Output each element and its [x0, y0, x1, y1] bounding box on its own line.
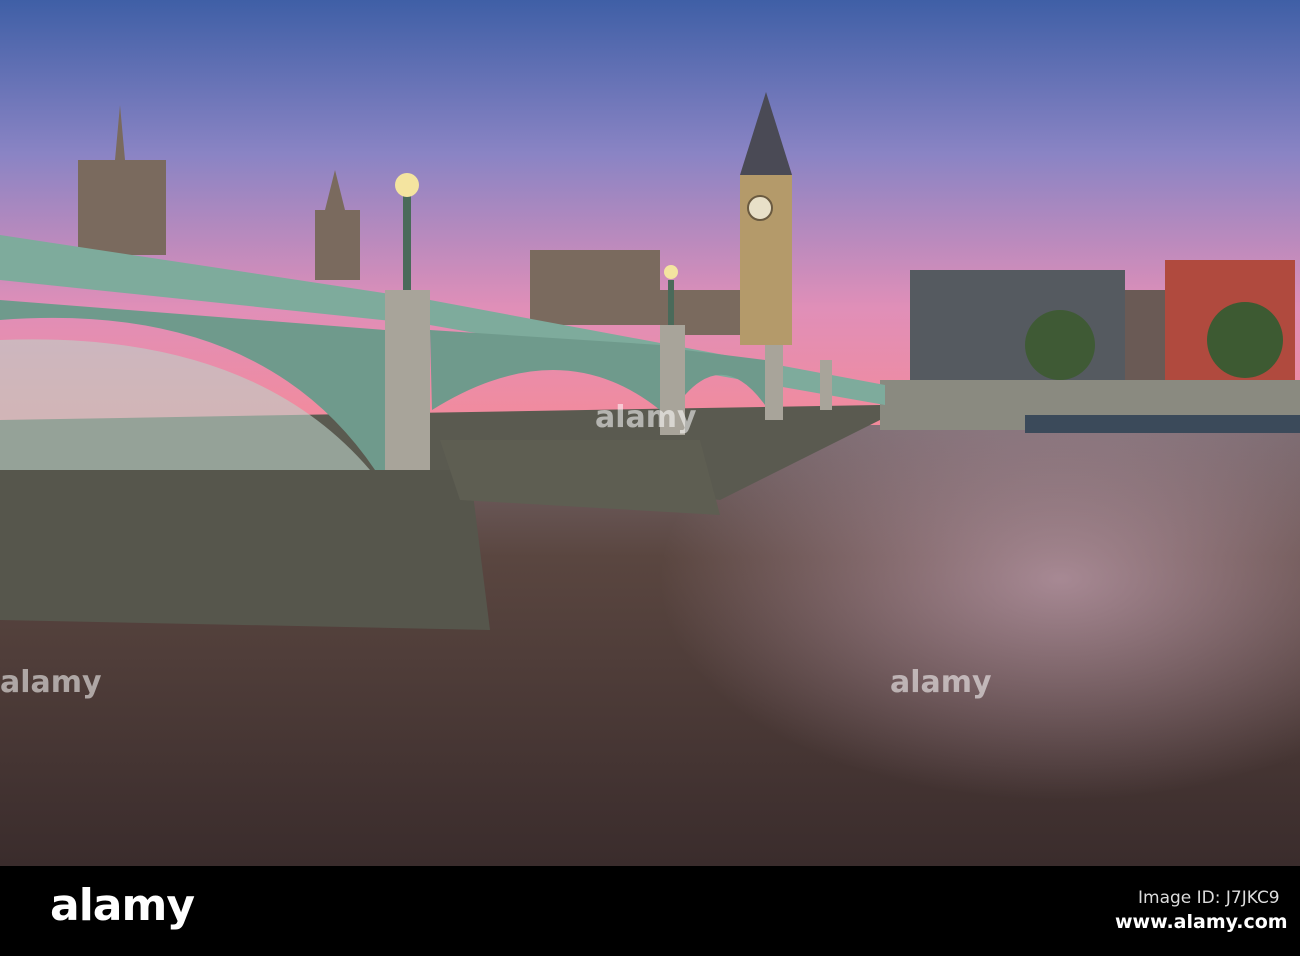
watermark-left: alamy: [0, 665, 102, 700]
watermark-right: alamy: [890, 665, 992, 700]
image-id: Image ID: J7JKC9: [1138, 888, 1280, 908]
footer-band: [0, 866, 1300, 956]
watermark-center: alamy: [595, 400, 697, 435]
alamy-logo: alamy: [50, 880, 195, 931]
site-url: www.alamy.com: [1115, 911, 1288, 933]
riverside-buildings: [880, 260, 1300, 433]
